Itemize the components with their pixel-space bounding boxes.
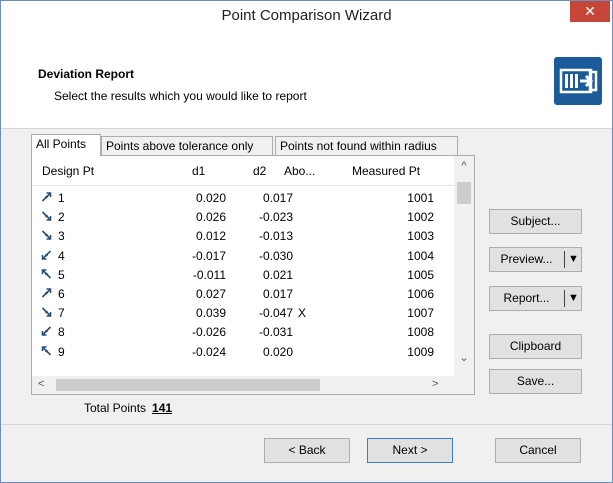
table-row[interactable]: 7 0.039 -0.047 X 1007 xyxy=(32,303,454,322)
page-subtitle: Select the results which you would like … xyxy=(54,89,307,103)
table-row[interactable]: 2 0.026 -0.023 1002 xyxy=(32,207,454,226)
table-row[interactable]: 3 0.012 -0.013 1003 xyxy=(32,226,454,245)
cell-d1: 0.012 xyxy=(195,229,226,244)
cell-design-pt: 1 xyxy=(58,191,65,205)
column-measured-pt[interactable]: Measured Pt xyxy=(352,164,420,178)
cancel-button[interactable]: Cancel xyxy=(495,438,581,463)
window-title: Point Comparison Wizard xyxy=(221,7,392,24)
cell-measured-pt: 1008 xyxy=(407,325,434,340)
cell-d1: 0.026 xyxy=(195,210,226,225)
point-up-left-icon xyxy=(41,345,52,356)
cell-measured-pt: 1005 xyxy=(407,267,434,282)
cell-design-pt: 6 xyxy=(58,287,65,301)
column-above[interactable]: Abo... xyxy=(284,164,315,178)
cell-d1: -0.011 xyxy=(192,267,226,282)
point-down-left-icon xyxy=(41,250,52,260)
cell-measured-pt: 1003 xyxy=(407,229,434,244)
cell-measured-pt: 1002 xyxy=(407,210,434,225)
cell-d1: -0.024 xyxy=(191,344,226,359)
point-down-right-icon xyxy=(41,230,52,241)
column-design-pt[interactable]: Design Pt xyxy=(42,164,94,178)
column-d1[interactable]: d1 xyxy=(192,164,205,178)
cell-design-pt: 9 xyxy=(58,344,65,359)
tab-not-found[interactable]: Points not found within radius xyxy=(275,136,458,156)
cell-d1: 0.020 xyxy=(195,191,226,205)
total-points-label: Total Points xyxy=(84,401,147,415)
cell-design-pt: 2 xyxy=(58,210,65,225)
cell-measured-pt: 1006 xyxy=(407,287,434,301)
scroll-down-icon[interactable]: ⌄ xyxy=(454,351,474,364)
cell-measured-pt: 1009 xyxy=(407,344,434,359)
tab-all-points[interactable]: All Points xyxy=(31,134,101,156)
cell-d2: -0.031 xyxy=(258,325,293,340)
report-split-divider xyxy=(564,290,565,307)
total-points-value[interactable]: 141 xyxy=(152,401,172,415)
page-title: Deviation Report xyxy=(38,67,135,81)
point-down-right-icon xyxy=(41,211,52,221)
table-row[interactable]: 5 -0.011 0.021 1005 xyxy=(32,265,454,284)
point-down-left-icon xyxy=(41,326,52,337)
subject-button[interactable]: Subject... xyxy=(489,209,582,234)
cell-d2: 0.017 xyxy=(262,191,293,205)
points-table: Design Pt d1 d2 Abo... Measured Pt 1 0.02… xyxy=(31,155,475,395)
table-header: Design Pt d1 d2 Abo... Measured Pt xyxy=(32,156,454,186)
preview-button-label: Preview... xyxy=(500,252,553,266)
preview-split-divider xyxy=(564,251,565,268)
table-row[interactable]: 1 0.020 0.017 1001 xyxy=(32,188,454,207)
scroll-left-icon[interactable]: < xyxy=(38,378,44,390)
point-up-right-icon xyxy=(41,288,52,298)
cell-d2: 0.017 xyxy=(262,287,293,301)
title-bar: Point Comparison Wizard ✕ xyxy=(1,1,612,31)
footer-divider xyxy=(1,424,612,425)
cell-d2: -0.047 xyxy=(258,306,293,321)
table-row[interactable]: 4 -0.017 -0.030 1004 xyxy=(32,246,454,265)
cell-design-pt: 5 xyxy=(58,267,65,282)
scroll-up-icon[interactable]: ^ xyxy=(454,160,474,172)
preview-button[interactable]: Preview... ▼ xyxy=(489,247,582,272)
scroll-right-icon[interactable]: > xyxy=(432,378,438,390)
point-down-right-icon xyxy=(41,307,52,317)
cell-measured-pt: 1004 xyxy=(407,248,434,263)
clipboard-button[interactable]: Clipboard xyxy=(489,334,582,359)
cell-d2: -0.030 xyxy=(258,248,293,263)
report-dropdown-icon[interactable]: ▼ xyxy=(568,287,579,310)
wizard-header: Deviation Report Select the results whic… xyxy=(1,31,612,129)
point-up-right-icon xyxy=(41,192,52,202)
report-export-icon xyxy=(554,57,602,105)
cell-d2: -0.013 xyxy=(258,229,293,244)
cell-design-pt: 3 xyxy=(58,229,65,244)
cell-design-pt: 8 xyxy=(58,325,65,340)
cell-measured-pt: 1001 xyxy=(407,191,434,205)
cell-d1: -0.017 xyxy=(191,248,226,263)
horizontal-scroll-thumb[interactable] xyxy=(56,379,320,391)
point-up-left-icon xyxy=(41,268,52,279)
cell-d2: 0.021 xyxy=(262,267,293,282)
horizontal-scrollbar[interactable]: < > xyxy=(32,376,474,394)
cell-above: X xyxy=(298,306,307,321)
tab-above-tolerance[interactable]: Points above tolerance only xyxy=(101,136,273,156)
cell-design-pt: 4 xyxy=(58,248,65,263)
preview-dropdown-icon[interactable]: ▼ xyxy=(568,248,579,271)
back-button[interactable]: < Back xyxy=(264,438,350,463)
cell-d2: 0.020 xyxy=(262,344,293,359)
cell-d1: -0.026 xyxy=(191,325,226,340)
save-button[interactable]: Save... xyxy=(489,369,582,394)
next-button[interactable]: Next > xyxy=(367,438,453,463)
cell-d1: 0.027 xyxy=(195,287,226,301)
total-points: Total Points 141 xyxy=(84,401,172,415)
cell-d2: -0.023 xyxy=(258,210,293,225)
wizard-window: Point Comparison Wizard ✕ Deviation Repo… xyxy=(0,0,613,483)
report-button[interactable]: Report... ▼ xyxy=(489,286,582,311)
vertical-scroll-thumb[interactable] xyxy=(457,182,471,204)
table-row[interactable]: 9 -0.024 0.020 1009 xyxy=(32,342,454,361)
column-d2[interactable]: d2 xyxy=(253,164,266,178)
cell-design-pt: 7 xyxy=(58,306,65,321)
close-button[interactable]: ✕ xyxy=(570,1,610,22)
cell-measured-pt: 1007 xyxy=(407,306,434,321)
cell-d1: 0.039 xyxy=(195,306,226,321)
vertical-scrollbar[interactable]: ^ ⌄ xyxy=(454,156,474,376)
table-row[interactable]: 6 0.027 0.017 1006 xyxy=(32,284,454,303)
report-button-label: Report... xyxy=(503,291,550,305)
table-row[interactable]: 8 -0.026 -0.031 1008 xyxy=(32,322,454,341)
